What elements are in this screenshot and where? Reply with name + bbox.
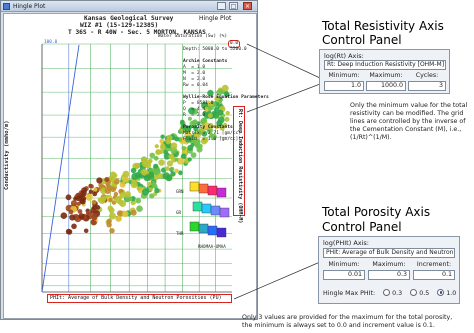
resistivity-cycles-input: 3 [408,81,446,91]
resistivity-min-label: Minimum: [328,72,360,79]
resistivity-panel-title: log(Rt) Axis: [324,52,364,60]
resistivity-control-panel: log(Rt) Axis: Rt: Deep Induction Resisti… [319,49,450,94]
porosity-control-panel: log(PHIt) Axis: PHIt: Average of Bulk De… [318,236,460,304]
resistivity-max-label: Maximum: [369,72,403,79]
porosity-increment-label: Increment: [416,261,452,268]
porosity-min-input: 0.01 [323,270,365,280]
radio-0-5[interactable]: 0.5 [410,289,429,297]
resistivity-min-input[interactable]: 1.0 [324,81,364,91]
hingle-max-label: Hingle Max PHIt: [323,290,376,297]
radio-0-5-icon[interactable] [410,289,418,296]
porosity-heading-1: Total Porosity Axis [322,205,431,219]
radio-0-3[interactable]: 0.3 [383,289,402,297]
radio-1-0-icon[interactable] [437,289,445,296]
footer-line-2: the minimum is always set to 0.0 and inc… [242,322,435,329]
porosity-min-label: Minimum: [328,261,360,268]
resistivity-axis-field[interactable]: Rt: Deep Induction Resistivity [OHM-M] [324,60,446,70]
porosity-max-input: 0.3 [368,270,410,280]
footer-line-1: Only 3 values are provided for the maxim… [242,314,453,321]
radio-0-3-icon[interactable] [383,289,391,296]
resistivity-cycles-label: Cycles: [415,72,439,79]
porosity-increment-input: 0.1 [413,270,455,280]
resistivity-max-input: 1000.0 [366,81,406,91]
porosity-panel-title: log(PHIt) Axis: [323,239,369,247]
resistivity-heading-2: Control Panel [322,33,402,47]
resistivity-heading-1: Total Resistivity Axis [322,19,444,33]
porosity-axis-field[interactable]: PHIt: Average of Bulk Density and Neutro… [323,248,455,258]
resistivity-note: Only the minimum value for the total res… [350,102,468,141]
porosity-max-label: Maximum: [372,261,406,268]
hingle-max-phit-group: Hingle Max PHIt: 0.3 0.5 1.0 [323,289,456,297]
porosity-heading-2: Control Panel [322,220,402,234]
radio-1-0[interactable]: 1.0 [437,289,456,297]
footer-note: Only 3 values are provided for the maxim… [242,314,474,330]
